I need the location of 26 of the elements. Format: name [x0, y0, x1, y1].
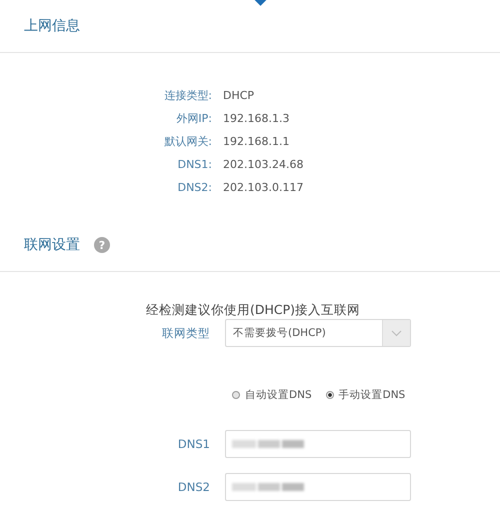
field-label: DNS2 [176, 480, 210, 494]
dns-input-field[interactable] [225, 430, 411, 458]
radio-button[interactable] [326, 391, 334, 399]
blurred-value [232, 482, 304, 492]
section-title: 联网设置 [24, 236, 80, 254]
field-label: DNS1 [176, 437, 210, 451]
dns-input-field[interactable] [225, 473, 411, 501]
radio-label[interactable]: 手动设置DNS [338, 388, 406, 402]
info-value: 192.168.1.3 [223, 111, 290, 127]
section-title: 上网信息 [24, 17, 80, 35]
connection-type-select[interactable]: 不需要拨号(DHCP) [225, 319, 411, 347]
radio-button[interactable] [232, 391, 240, 399]
info-value: 202.103.0.117 [223, 180, 304, 196]
blurred-value [232, 439, 304, 449]
info-label: 默认网关: [163, 134, 212, 150]
info-label: 连接类型: [163, 88, 212, 104]
info-value: DHCP [223, 88, 256, 104]
info-label: 外网IP: [175, 111, 212, 127]
caret-icon [382, 320, 410, 346]
info-value: 202.103.24.68 [223, 157, 304, 173]
info-label: DNS2: [176, 180, 212, 196]
info-value: 192.168.1.1 [223, 134, 290, 150]
recommendation-text: 经检测建议你使用(DHCP)接入互联网 [146, 302, 360, 317]
info-label: DNS1: [176, 157, 212, 173]
radio-label[interactable]: 自动设置DNS [245, 388, 312, 402]
field-label: 联网类型 [161, 326, 210, 340]
